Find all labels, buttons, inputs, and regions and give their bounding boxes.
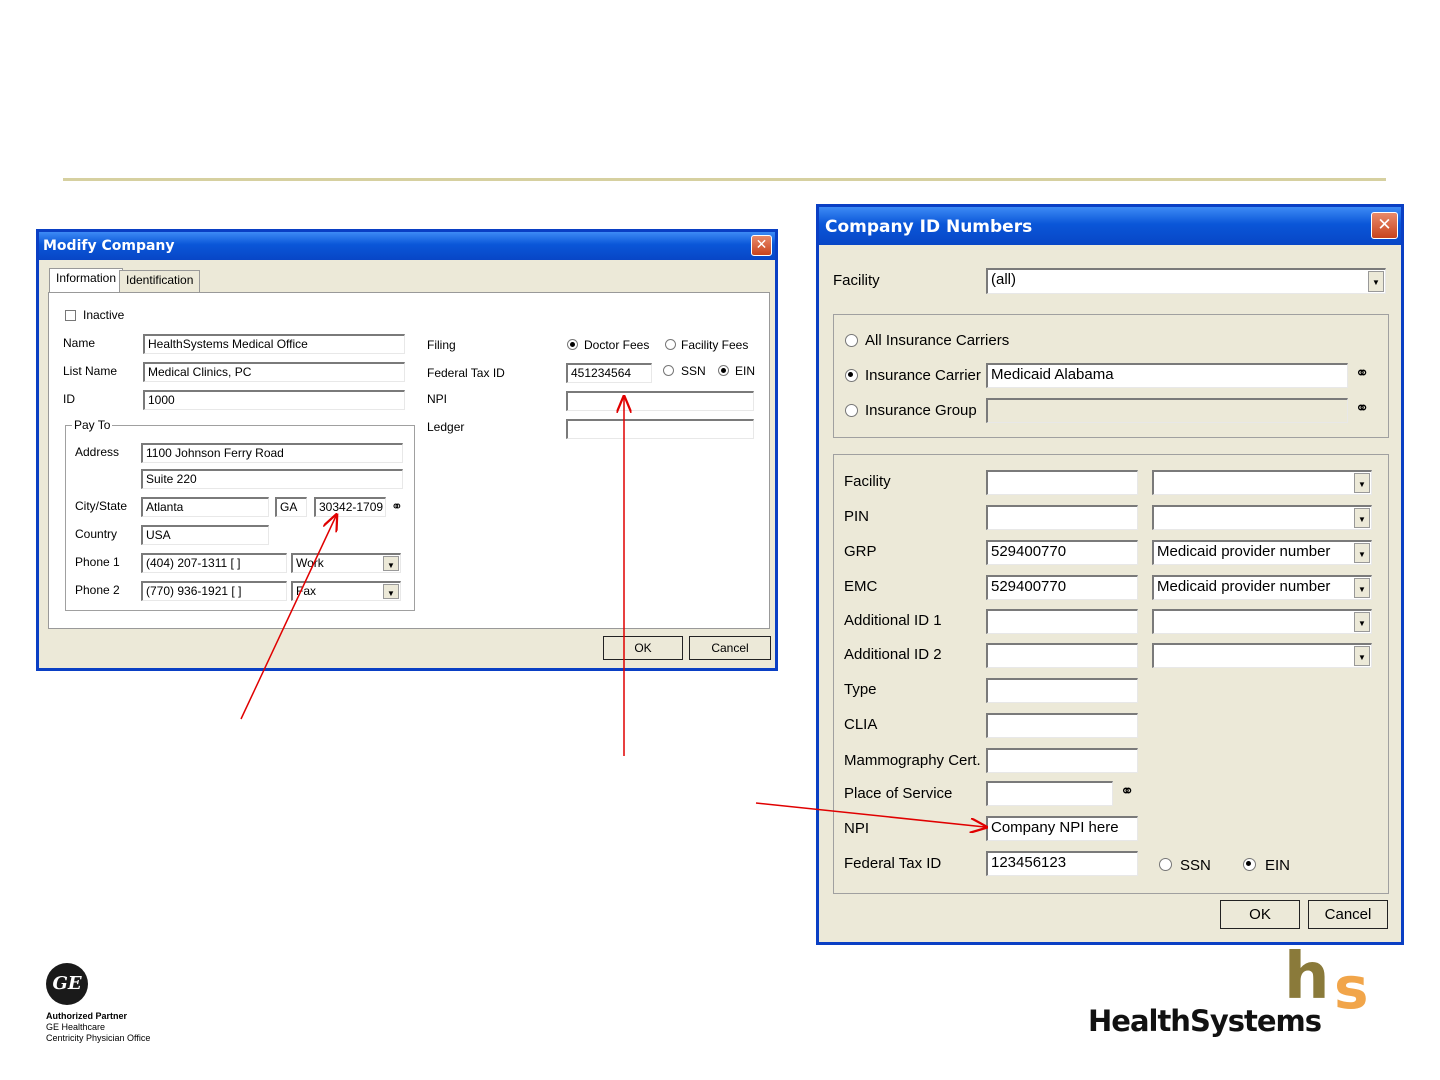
hs-wordmark: HealthSystems [1088, 1004, 1322, 1038]
ge-line1: Authorized Partner [46, 1011, 128, 1021]
ge-logo-text: GE [52, 973, 82, 994]
zip-pointer-arrow [240, 516, 336, 720]
hs-glyph-h: h [1284, 940, 1330, 1014]
ge-partner-text: Authorized Partner GE Healthcare Centric… [46, 1011, 150, 1044]
hs-glyph-s: s [1334, 954, 1369, 1022]
company-npi-pointer-arrow [755, 802, 985, 827]
annotation-arrows [240, 0, 1440, 1080]
ge-line3: Centricity Physician Office [46, 1033, 151, 1043]
hs-logo: h s HealthSystems [1088, 940, 1398, 1042]
ge-logo: GE [46, 963, 88, 1005]
ge-line2: GE Healthcare [46, 1022, 106, 1032]
